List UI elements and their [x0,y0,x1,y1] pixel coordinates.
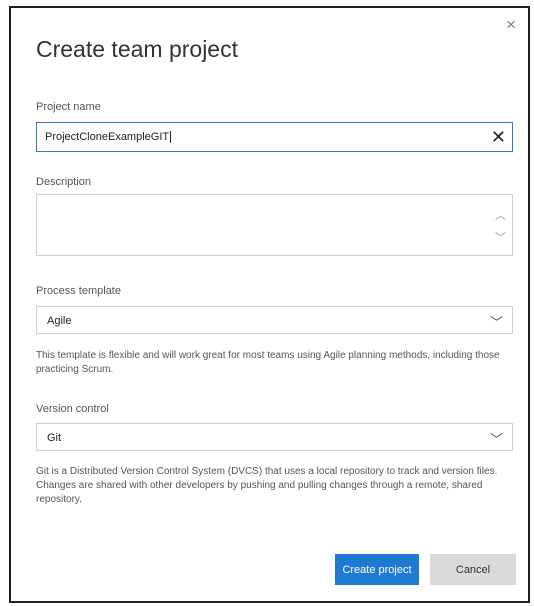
project-name-value: ProjectCloneExampleGIT [45,131,172,143]
version-control-help: Git is a Distributed Version Control Sys… [36,466,498,505]
chevron-down-icon: ﹀ [489,315,503,330]
version-control-value: Git [47,432,62,444]
description-textarea[interactable]: ︿ ﹀ [36,194,513,256]
version-control-label: Version control [36,403,109,415]
project-name-label: Project name [36,101,101,113]
scroll-down-icon[interactable]: ﹀ [495,229,506,245]
process-template-select[interactable]: Agile ﹀ [36,306,513,334]
description-label: Description [36,176,92,188]
create-team-project-dialog: × Create team project Project name Proje… [9,6,530,603]
create-project-button[interactable]: Create project [335,554,419,585]
clear-icon[interactable]: ✕ [491,127,506,148]
cancel-button[interactable]: Cancel [430,554,516,585]
close-icon[interactable]: × [506,16,516,33]
process-template-value: Agile [47,315,72,327]
version-control-select[interactable]: Git ﹀ [36,423,513,451]
dialog-title: Create team project [36,36,238,62]
scroll-up-icon[interactable]: ︿ [495,207,506,223]
project-name-input[interactable]: ProjectCloneExampleGIT ✕ [36,122,513,152]
process-template-help: This template is flexible and will work … [36,350,500,375]
process-template-label: Process template [36,285,121,297]
chevron-down-icon: ﹀ [489,432,503,447]
